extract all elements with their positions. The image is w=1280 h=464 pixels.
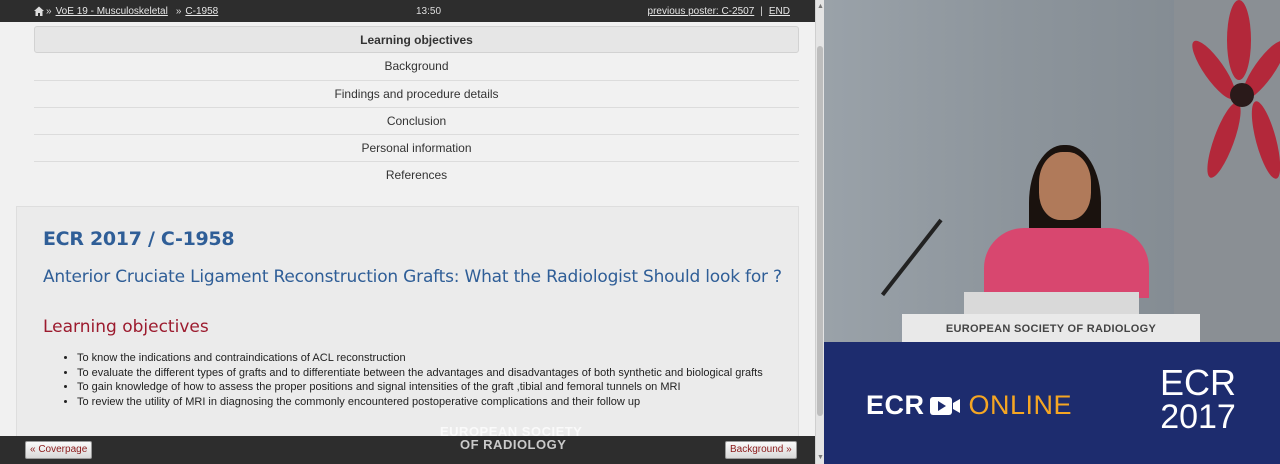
tab-findings[interactable]: Findings and procedure details <box>34 81 799 108</box>
breadcrumb-separator: » <box>175 6 182 17</box>
next-section-button[interactable]: Background » <box>725 441 797 459</box>
podium-sign: EUROPEAN SOCIETY OF RADIOLOGY <box>902 314 1200 342</box>
scroll-up-arrow-icon[interactable]: ▲ <box>817 3 824 10</box>
bottom-navigation-bar: « Coverpage Background » <box>0 436 815 464</box>
list-item: To review the utility of MRI in diagnosi… <box>77 395 767 410</box>
speaker-body <box>984 228 1149 298</box>
logo-year: 2017 <box>1160 398 1236 436</box>
scrollbar-thumb[interactable] <box>817 46 823 416</box>
poster-viewer: » VoE 19 - Musculoskeletal » C-1958 13:5… <box>0 0 824 464</box>
flower-decoration-image <box>1192 0 1280 179</box>
list-item: To gain knowledge of how to assess the p… <box>77 380 767 395</box>
watermark: EUROPEAN SOCIETY OF RADIOLOGY <box>440 424 582 452</box>
objectives-list: To know the indications and contraindica… <box>77 351 767 409</box>
ecr-2017-logo: ECR 2017 <box>1160 362 1237 436</box>
list-item: To know the indications and contraindica… <box>77 351 767 366</box>
ecr-text: ECR <box>866 390 925 420</box>
section-menu: Learning objectives Background Findings … <box>34 26 799 190</box>
nav-separator: | <box>760 6 763 17</box>
breadcrumb-poster-link[interactable]: C-1958 <box>185 6 218 17</box>
section-heading: Learning objectives <box>43 317 209 337</box>
breadcrumb: » VoE 19 - Musculoskeletal » C-1958 <box>46 6 218 17</box>
poster-id-heading: ECR 2017 / C-1958 <box>43 228 235 250</box>
tab-personal-information[interactable]: Personal information <box>34 135 799 163</box>
speaker-video: EUROPEAN SOCIETY OF RADIOLOGY ECR ONLINE… <box>824 0 1280 464</box>
previous-poster-link[interactable]: previous poster: C-2507 <box>648 6 755 17</box>
tab-learning-objectives[interactable]: Learning objectives <box>34 26 799 54</box>
vertical-scrollbar[interactable]: ▲ ▼ <box>815 0 824 464</box>
logo-ecr: ECR <box>1160 362 1237 403</box>
watermark-line-2: OF RADIOLOGY <box>460 437 567 452</box>
scroll-down-arrow-icon[interactable]: ▼ <box>817 454 824 461</box>
video-camera-icon <box>929 396 960 415</box>
list-item: To evaluate the different types of graft… <box>77 366 767 381</box>
tab-references[interactable]: References <box>34 162 799 189</box>
screen: » VoE 19 - Musculoskeletal » C-1958 13:5… <box>0 0 1280 464</box>
online-text: ONLINE <box>968 390 1073 420</box>
breadcrumb-separator: » <box>46 6 52 17</box>
speaker-face <box>1039 152 1091 220</box>
tab-conclusion[interactable]: Conclusion <box>34 108 799 136</box>
podium <box>964 292 1139 314</box>
ecr-online-logo: ECR ONLINE <box>866 390 1072 421</box>
home-icon[interactable] <box>33 5 45 17</box>
poster-navigation: previous poster: C-2507 | END <box>648 6 790 17</box>
clock-time: 13:50 <box>416 6 442 17</box>
end-link[interactable]: END <box>769 6 790 17</box>
poster-title: Anterior Cruciate Ligament Reconstructio… <box>43 267 782 287</box>
coverpage-button[interactable]: « Coverpage <box>25 441 93 459</box>
top-navigation-bar: » VoE 19 - Musculoskeletal » C-1958 13:5… <box>0 0 815 22</box>
tab-background[interactable]: Background <box>34 53 799 81</box>
breadcrumb-session-link[interactable]: VoE 19 - Musculoskeletal <box>56 6 168 17</box>
poster-content-card: ECR 2017 / C-1958 Anterior Cruciate Liga… <box>16 206 799 446</box>
ecr-online-banner: ECR ONLINE ECR 2017 <box>824 342 1280 464</box>
